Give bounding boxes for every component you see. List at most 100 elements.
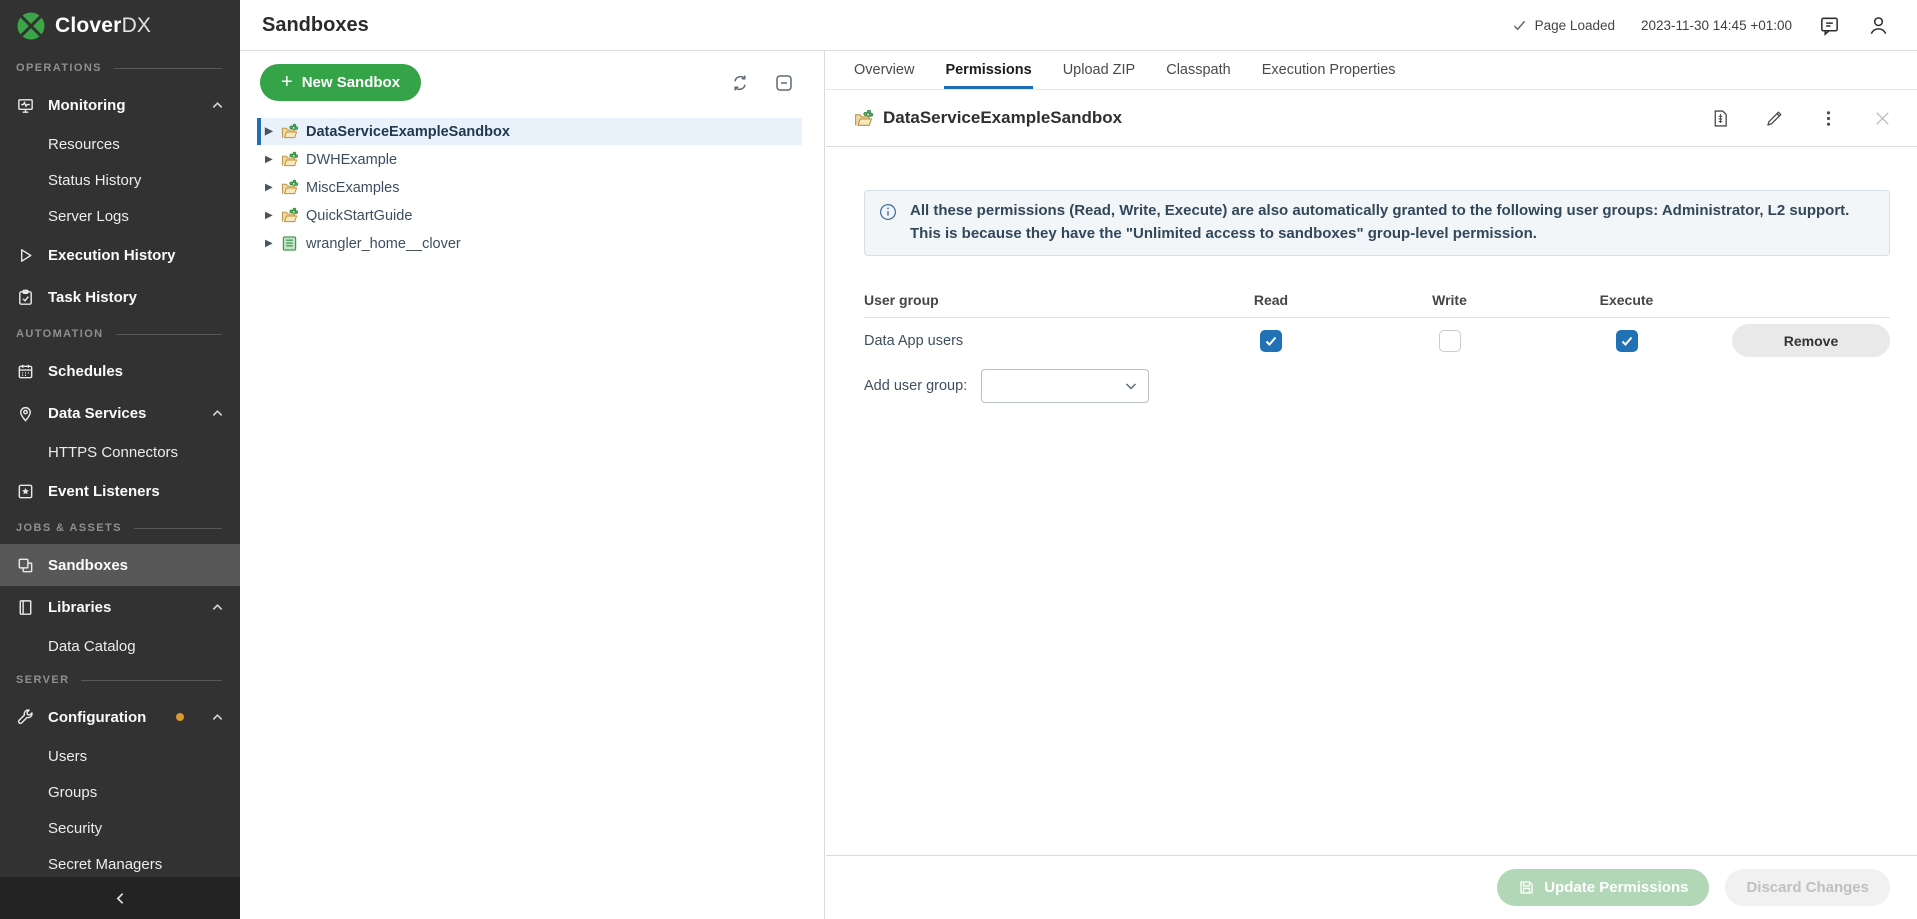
sidebar-item-status-history[interactable]: Status History <box>0 162 240 198</box>
chevron-up-icon <box>211 99 224 112</box>
chevron-left-icon <box>113 891 128 906</box>
tab-permissions[interactable]: Permissions <box>944 51 1032 89</box>
sidebar-item-data-services[interactable]: Data Services <box>0 392 240 434</box>
sandbox-icon <box>16 556 35 575</box>
sidebar-item-execution-history[interactable]: Execution History <box>0 234 240 276</box>
page-title: Sandboxes <box>262 14 369 37</box>
sidebar-item-event-listeners[interactable]: Event Listeners <box>0 470 240 512</box>
caret-right-icon[interactable]: ▶ <box>265 239 280 249</box>
export-document-icon[interactable] <box>1710 108 1731 129</box>
sidebar-collapse-button[interactable] <box>0 877 240 919</box>
user-icon[interactable] <box>1867 14 1890 37</box>
section-operations: OPERATIONS <box>0 52 240 84</box>
permissions-table: User group Read Write Execute Data App u… <box>864 282 1890 403</box>
sidebar-item-resources[interactable]: Resources <box>0 126 240 162</box>
sandbox-folder-icon <box>280 123 299 140</box>
sidebar-item-monitoring[interactable]: Monitoring <box>0 84 240 126</box>
clipboard-icon <box>16 288 35 307</box>
read-checkbox[interactable] <box>1260 330 1282 352</box>
caret-right-icon[interactable]: ▶ <box>265 183 280 193</box>
sidebar-item-security[interactable]: Security <box>0 810 240 846</box>
save-icon <box>1518 879 1535 896</box>
add-user-group-select[interactable] <box>981 369 1149 403</box>
sidebar-item-server-logs[interactable]: Server Logs <box>0 198 240 234</box>
write-checkbox[interactable] <box>1439 330 1461 352</box>
tree-item-label: MiscExamples <box>306 180 399 196</box>
sandbox-folder-icon <box>853 109 874 128</box>
tab-upload-zip[interactable]: Upload ZIP <box>1062 51 1137 89</box>
info-icon <box>879 203 897 221</box>
edit-pencil-icon[interactable] <box>1764 108 1785 129</box>
discard-changes-button[interactable]: Discard Changes <box>1725 869 1890 906</box>
sidebar-item-sandboxes[interactable]: Sandboxes <box>0 544 240 586</box>
caret-right-icon[interactable]: ▶ <box>265 211 280 221</box>
update-permissions-button[interactable]: Update Permissions <box>1497 869 1709 906</box>
detail-title: DataServiceExampleSandbox <box>883 108 1122 128</box>
tree-item-sandbox[interactable]: ▶ MiscExamples <box>257 174 802 201</box>
user-group-name: Data App users <box>864 333 1181 349</box>
sidebar-item-https-connectors[interactable]: HTTPS Connectors <box>0 434 240 470</box>
tree-item-library[interactable]: ▶ wrangler_home__clover <box>257 230 802 257</box>
sidebar-item-users[interactable]: Users <box>0 738 240 774</box>
sidebar: CloverDX OPERATIONS Monitoring Resources… <box>0 0 240 919</box>
info-message: All these permissions (Read, Write, Exec… <box>910 200 1869 245</box>
detail-footer: Update Permissions Discard Changes <box>826 855 1917 919</box>
col-write: Write <box>1432 292 1467 308</box>
brand-name: CloverDX <box>55 14 151 38</box>
remove-button[interactable]: Remove <box>1732 324 1890 357</box>
sidebar-item-data-catalog[interactable]: Data Catalog <box>0 628 240 664</box>
timestamp: 2023-11-30 14:45 +01:00 <box>1641 18 1792 33</box>
collapse-all-icon[interactable] <box>774 73 794 93</box>
sidebar-item-label: Sandboxes <box>48 557 128 574</box>
sidebar-item-groups[interactable]: Groups <box>0 774 240 810</box>
caret-right-icon[interactable]: ▶ <box>265 127 280 137</box>
sidebar-item-task-history[interactable]: Task History <box>0 276 240 318</box>
refresh-icon[interactable] <box>730 73 750 93</box>
section-jobs-assets: JOBS & ASSETS <box>0 512 240 544</box>
tree-item-sandbox[interactable]: ▶ QuickStartGuide <box>257 202 802 229</box>
col-read: Read <box>1254 292 1288 308</box>
permissions-info-banner: All these permissions (Read, Write, Exec… <box>864 190 1890 256</box>
tree-item-label: wrangler_home__clover <box>306 236 461 252</box>
add-user-group-label: Add user group: <box>864 378 967 394</box>
sidebar-item-label: Task History <box>48 289 137 306</box>
sidebar-item-label: Libraries <box>48 599 111 616</box>
sidebar-item-libraries[interactable]: Libraries <box>0 586 240 628</box>
tab-classpath[interactable]: Classpath <box>1165 51 1231 89</box>
close-icon[interactable] <box>1872 108 1893 129</box>
caret-right-icon[interactable]: ▶ <box>265 155 280 165</box>
chevron-down-icon <box>1124 379 1138 393</box>
calendar-icon <box>16 362 35 381</box>
notification-dot <box>176 713 184 721</box>
sandbox-folder-icon <box>280 151 299 168</box>
sidebar-item-schedules[interactable]: Schedules <box>0 350 240 392</box>
new-sandbox-button[interactable]: + New Sandbox <box>260 64 421 101</box>
clover-logo-icon <box>16 11 46 41</box>
execute-checkbox[interactable] <box>1616 330 1638 352</box>
tab-execution-properties[interactable]: Execution Properties <box>1261 51 1397 89</box>
sandbox-tree-panel: + New Sandbox ▶ DataServiceExampleSandbo… <box>240 51 825 919</box>
chevron-up-icon <box>211 407 224 420</box>
sandbox-folder-icon <box>280 179 299 196</box>
tree-item-sandbox[interactable]: ▶ DataServiceExampleSandbox <box>257 118 802 145</box>
col-execute: Execute <box>1600 292 1654 308</box>
book-icon <box>16 598 35 617</box>
chevron-up-icon <box>211 601 224 614</box>
sidebar-item-label: Schedules <box>48 363 123 380</box>
check-icon <box>1512 18 1527 33</box>
sidebar-item-configuration[interactable]: Configuration <box>0 696 240 738</box>
sidebar-item-label: Monitoring <box>48 97 125 114</box>
sidebar-item-label: Configuration <box>48 709 146 726</box>
more-options-kebab-icon[interactable] <box>1818 108 1839 129</box>
tab-overview[interactable]: Overview <box>853 51 915 89</box>
section-automation: AUTOMATION <box>0 318 240 350</box>
tree-item-label: QuickStartGuide <box>306 208 412 224</box>
tree-item-sandbox[interactable]: ▶ DWHExample <box>257 146 802 173</box>
sidebar-item-label: Data Services <box>48 405 146 422</box>
detail-tabs: Overview Permissions Upload ZIP Classpat… <box>826 51 1917 90</box>
sidebar-item-label: Execution History <box>48 247 176 264</box>
table-row: Data App users Remove <box>864 318 1890 363</box>
feedback-icon[interactable] <box>1818 14 1841 37</box>
top-bar: Sandboxes Page Loaded 2023-11-30 14:45 +… <box>240 0 1917 51</box>
brand-logo[interactable]: CloverDX <box>0 0 240 52</box>
